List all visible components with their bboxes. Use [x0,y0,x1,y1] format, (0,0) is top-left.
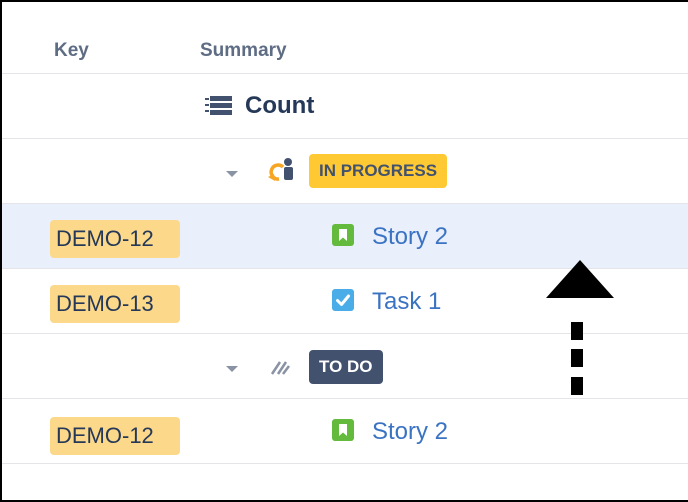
drag-up-arrow-icon [542,260,618,415]
issue-key[interactable]: DEMO-13 [50,285,180,323]
chevron-down-icon[interactable] [226,366,238,372]
story-icon [332,224,354,246]
table-header: Key Summary [2,2,688,74]
list-count-icon [205,96,237,121]
to-do-status-icon [270,358,290,381]
column-header-key[interactable]: Key [54,40,89,62]
in-progress-status-icon [265,157,299,192]
count-label: Count [245,92,315,119]
issue-summary-link[interactable]: Story 2 [372,223,448,251]
issue-table: Key Summary Count IN PROGRESS DEMO-12 St… [0,0,688,502]
story-icon [332,419,354,441]
issue-key[interactable]: DEMO-12 [50,417,180,455]
count-row: Count [2,74,688,139]
status-lozenge-to-do: TO DO [309,350,383,384]
issue-summary-link[interactable]: Task 1 [372,288,441,316]
status-lozenge-in-progress: IN PROGRESS [309,154,448,188]
task-checkbox-icon [332,289,354,311]
chevron-down-icon[interactable] [226,171,238,177]
column-header-summary[interactable]: Summary [200,40,287,62]
issue-key[interactable]: DEMO-12 [50,220,180,258]
issue-summary-link[interactable]: Story 2 [372,418,448,446]
group-row-in-progress[interactable]: IN PROGRESS [2,139,688,204]
